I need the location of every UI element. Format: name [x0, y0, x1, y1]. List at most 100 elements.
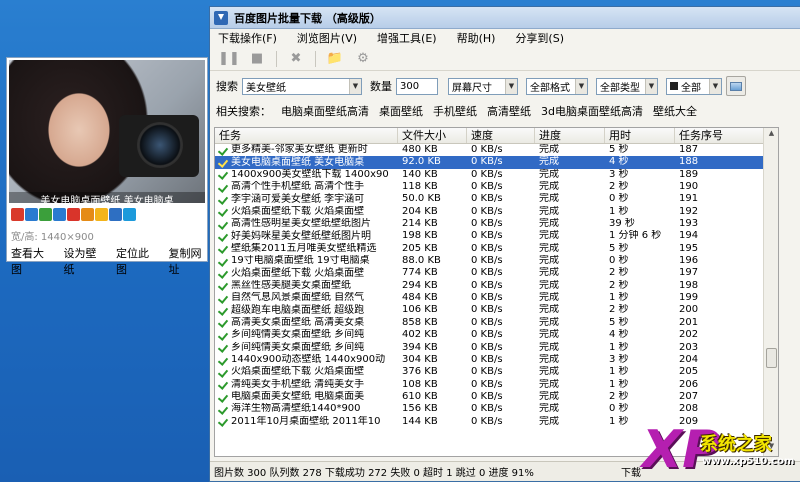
count-value: 300	[400, 80, 420, 92]
share-service-icon[interactable]	[53, 208, 66, 221]
table-row[interactable]: 1440x900动态壁纸 1440x900动 304 KB 0 KB/s 完成 3 秒2…	[215, 354, 778, 366]
table-row[interactable]: 乡间纯情美女桌面壁纸 乡间纯 394 KB 0 KB/s 完成 1 秒 203	[215, 342, 778, 354]
task-name: 李宇涵可爱美女壁纸 李宇涵可	[231, 193, 365, 205]
menu-help[interactable]: 帮助(H)	[457, 30, 496, 46]
table-row[interactable]: 电脑桌面美女壁纸 电脑桌面美 610 KB 0 KB/s 完成 2 秒 207	[215, 391, 778, 403]
table-row[interactable]: 李宇涵可爱美女壁纸 李宇涵可 50.0 KB 0 KB/s 完成 0 秒 191	[215, 193, 778, 205]
table-row[interactable]: 火焰桌面壁纸下载 火焰桌面壁 204 KB 0 KB/s 完成 1 秒 192	[215, 206, 778, 218]
table-row[interactable]: 高清美女桌面壁纸 高清美女桌 858 KB 0 KB/s 完成 5 秒 201	[215, 317, 778, 329]
cell-task: 乡间纯情美女桌面壁纸 乡间纯	[215, 329, 398, 341]
column-header-progress[interactable]: 进度	[535, 128, 605, 143]
checkmark-icon	[219, 356, 228, 365]
table-row[interactable]: 美女电脑桌面壁纸 美女电脑桌 92.0 KB 0 KB/s 完成 4 秒 188	[215, 156, 778, 169]
cell-speed: 0 KB/s	[471, 168, 503, 180]
title-bar[interactable]: 百度图片批量下载 （高级版）	[210, 7, 800, 29]
cell-speed: 0 KB/s	[471, 156, 503, 168]
preview-image[interactable]: 美女电脑桌面壁纸 美女电脑桌	[9, 60, 205, 203]
share-service-icon[interactable]	[39, 208, 52, 221]
scroll-thumb[interactable]	[766, 348, 777, 368]
table-row[interactable]: 火焰桌面壁纸下载 火焰桌面壁 376 KB 0 KB/s 完成 1 秒 205	[215, 366, 778, 378]
search-input[interactable]: 美女壁纸 ▼	[242, 77, 362, 95]
related-keyword[interactable]: 桌面壁纸	[379, 103, 423, 119]
cell-size: 774 KB	[402, 267, 438, 279]
task-name: 海洋生物高清壁纸1440*900	[231, 403, 361, 415]
cell-speed: 0 KB/s	[471, 267, 503, 279]
set-wallpaper-link[interactable]: 设为壁纸	[64, 245, 103, 277]
table-row[interactable]: 乡间纯情美女桌面壁纸 乡间纯 402 KB 0 KB/s 完成 4 秒 202	[215, 329, 778, 341]
cell-task: 乡间纯情美女桌面壁纸 乡间纯	[215, 342, 398, 354]
chevron-down-icon[interactable]: ▼	[505, 78, 517, 94]
status-right: 下载	[621, 468, 641, 479]
cell-speed: 0 KB/s	[471, 242, 503, 254]
chevron-down-icon[interactable]: ▼	[645, 78, 657, 94]
pause-icon[interactable]: ❚❚	[218, 51, 240, 67]
menu-share[interactable]: 分享到(S)	[515, 30, 564, 46]
table-row[interactable]: 高清个性手机壁纸 高清个性手 118 KB 0 KB/s 完成 2 秒 190	[215, 181, 778, 193]
share-service-icon[interactable]	[123, 208, 136, 221]
size-filter-select[interactable]: 屏幕尺寸 ▼	[448, 77, 518, 95]
table-row[interactable]: 超级跑车电脑桌面壁纸 超级跑 106 KB 0 KB/s 完成 2 秒 200	[215, 304, 778, 316]
table-row[interactable]: 高清性感明星美女壁纸壁纸图片 214 KB 0 KB/s 完成 39 秒 193	[215, 218, 778, 230]
vertical-scrollbar[interactable]: ▲ ▼	[763, 128, 778, 456]
color-filter-select[interactable]: 全部 ▼	[666, 77, 722, 95]
delete-icon[interactable]: ✖	[287, 51, 305, 67]
share-service-icon[interactable]	[81, 208, 94, 221]
table-row[interactable]: 自然气息风景桌面壁纸 自然气 484 KB 0 KB/s 完成 1 秒 199	[215, 292, 778, 304]
related-keyword[interactable]: 高清壁纸	[487, 103, 531, 119]
table-row[interactable]: 1400x900美女壁纸下载 1400x90 140 KB 0 KB/s 完成 3 秒1…	[215, 169, 778, 181]
cell-time: 2 秒	[609, 304, 629, 316]
table-row[interactable]: 19寸电脑桌面壁纸 19寸电脑桌 88.0 KB 0 KB/s 完成 0 秒 196	[215, 255, 778, 267]
table-row[interactable]: 海洋生物高清壁纸1440*900 156 KB 0 KB/s 完成 0 秒 208	[215, 403, 778, 415]
count-input[interactable]: 300	[396, 77, 438, 95]
cell-time: 2 秒	[609, 390, 629, 402]
scroll-up-icon[interactable]: ▲	[765, 129, 778, 142]
checkmark-icon	[219, 244, 228, 253]
column-header-size[interactable]: 文件大小	[398, 128, 467, 143]
image-preview-button[interactable]	[726, 76, 746, 96]
cell-time: 39 秒	[609, 218, 635, 230]
chevron-down-icon[interactable]: ▼	[349, 78, 361, 94]
chevron-down-icon[interactable]: ▼	[709, 78, 721, 94]
locate-image-link[interactable]: 定位此图	[116, 245, 155, 277]
toolbar-separator	[276, 50, 277, 67]
cell-size: 480 KB	[402, 144, 438, 155]
cell-progress: 完成	[539, 279, 559, 291]
cell-progress: 完成	[539, 218, 559, 230]
type-filter-select[interactable]: 全部类型 ▼	[596, 77, 658, 95]
chevron-down-icon[interactable]: ▼	[575, 78, 587, 94]
share-service-icon[interactable]	[25, 208, 38, 221]
share-service-icon[interactable]	[67, 208, 80, 221]
menu-tools[interactable]: 增强工具(E)	[377, 30, 437, 46]
cell-time: 4 秒	[609, 156, 629, 168]
share-service-icon[interactable]	[109, 208, 122, 221]
format-filter-select[interactable]: 全部格式 ▼	[526, 77, 588, 95]
menu-download[interactable]: 下载操作(F)	[218, 30, 277, 46]
related-keyword[interactable]: 3d电脑桌面壁纸高清	[541, 103, 643, 119]
column-header-speed[interactable]: 速度	[467, 128, 535, 143]
table-row[interactable]: 黑丝性感美腿美女桌面壁纸 294 KB 0 KB/s 完成 2 秒 198	[215, 280, 778, 292]
table-row[interactable]: 清纯美女手机壁纸 清纯美女手 108 KB 0 KB/s 完成 1 秒 206	[215, 379, 778, 391]
related-keyword[interactable]: 电脑桌面壁纸高清	[281, 103, 369, 119]
table-row[interactable]: 好美妈咪星美女壁纸壁纸图片明 198 KB 0 KB/s 完成 1 分钟 6 秒 194	[215, 230, 778, 242]
table-row[interactable]: 壁纸集2011五月唯美女壁纸精选 205 KB 0 KB/s 完成 5 秒 195	[215, 243, 778, 255]
related-keyword[interactable]: 壁纸大全	[653, 103, 697, 119]
view-large-link[interactable]: 查看大图	[11, 245, 50, 277]
related-keyword[interactable]: 手机壁纸	[433, 103, 477, 119]
column-header-time[interactable]: 用时	[605, 128, 675, 143]
stop-icon[interactable]: ■	[248, 51, 266, 67]
column-header-task[interactable]: 任务	[215, 128, 398, 143]
task-name: 高清性感明星美女壁纸壁纸图片	[231, 218, 371, 230]
share-service-icon[interactable]	[11, 208, 24, 221]
menu-browse[interactable]: 浏览图片(V)	[297, 30, 357, 46]
share-service-icon[interactable]	[95, 208, 108, 221]
cell-task: 19寸电脑桌面壁纸 19寸电脑桌	[215, 255, 398, 267]
table-row[interactable]: 更多精美-邻家美女壁纸 更新时 480 KB 0 KB/s 完成 5 秒 187	[215, 144, 778, 156]
copy-url-link[interactable]: 复制网址	[169, 245, 208, 277]
app-download-icon	[214, 10, 228, 25]
cell-size: 92.0 KB	[402, 156, 441, 168]
cell-speed: 0 KB/s	[471, 144, 503, 155]
folder-icon[interactable]: 📁	[326, 51, 344, 67]
settings-icon[interactable]: ⚙	[354, 51, 372, 67]
table-row[interactable]: 火焰桌面壁纸下载 火焰桌面壁 774 KB 0 KB/s 完成 2 秒 197	[215, 267, 778, 279]
cell-size: 394 KB	[402, 341, 438, 353]
